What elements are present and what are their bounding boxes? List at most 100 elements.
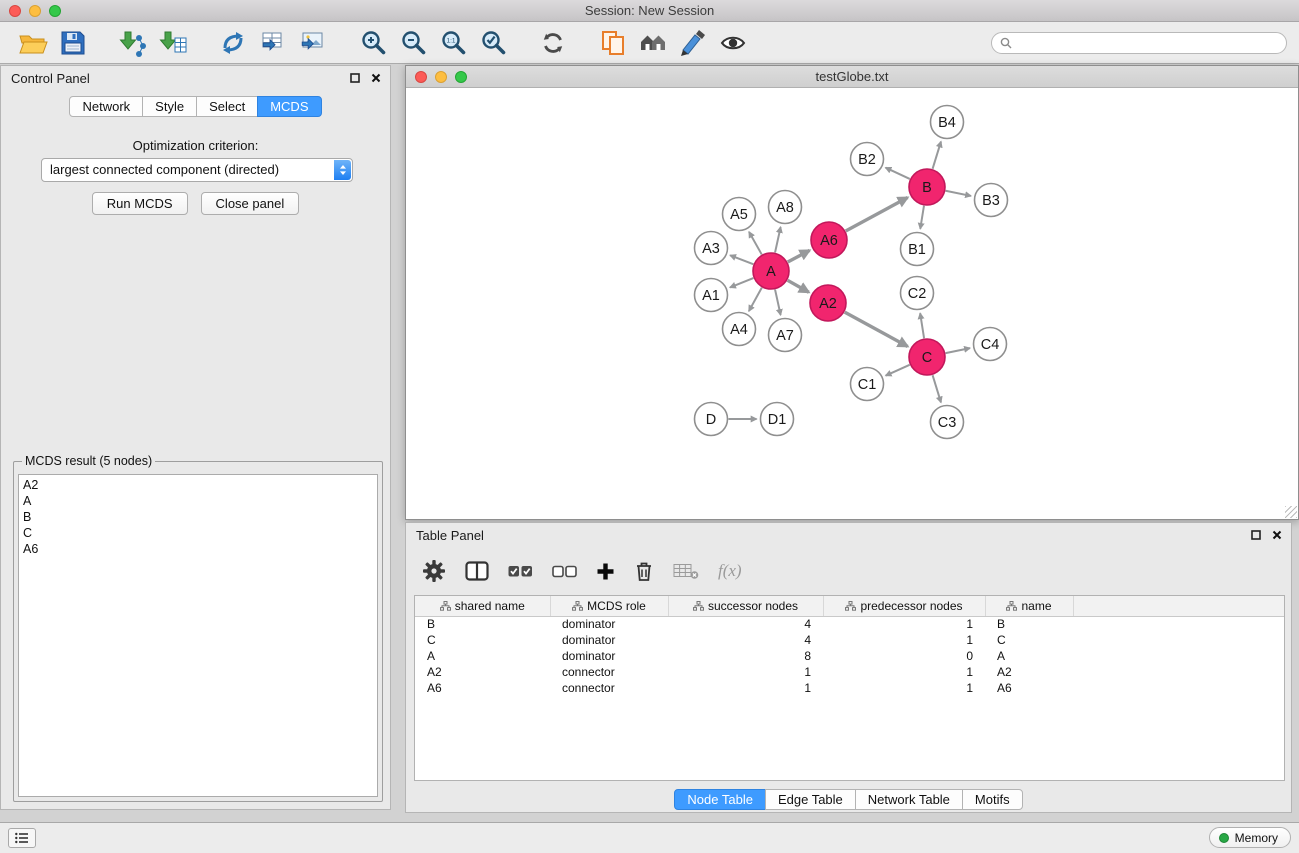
import-table-icon[interactable] <box>156 26 190 60</box>
graph-node-B3[interactable]: B3 <box>975 184 1008 217</box>
show-columns-icon[interactable] <box>465 557 489 585</box>
zoom-out-icon[interactable] <box>396 26 430 60</box>
zoom-selected-icon[interactable] <box>476 26 510 60</box>
style-painter-icon[interactable] <box>676 26 710 60</box>
export-image-icon[interactable] <box>296 26 330 60</box>
graph-node-B[interactable]: B <box>909 169 945 205</box>
cell-shared-name[interactable]: A2 <box>415 664 550 680</box>
float-panel-icon[interactable] <box>349 72 361 84</box>
tab-select[interactable]: Select <box>196 96 258 117</box>
cell-predecessor-nodes[interactable]: 1 <box>823 664 985 680</box>
save-session-icon[interactable] <box>56 26 90 60</box>
cell-shared-name[interactable]: A6 <box>415 680 550 696</box>
column-header-predecessor-nodes[interactable]: predecessor nodes <box>823 596 985 616</box>
graph-node-B4[interactable]: B4 <box>931 106 964 139</box>
graph-node-C1[interactable]: C1 <box>851 368 884 401</box>
cell-successor-nodes[interactable]: 8 <box>668 648 823 664</box>
graph-node-A1[interactable]: A1 <box>695 279 728 312</box>
cell-MCDS-role[interactable]: dominator <box>550 616 668 632</box>
deselect-all-icon[interactable] <box>552 557 577 585</box>
column-header-shared-name[interactable]: shared name <box>415 596 550 616</box>
graph-edge-A-A3[interactable] <box>730 255 753 264</box>
graph-edge-B-B3[interactable] <box>946 191 971 196</box>
tab-network[interactable]: Network <box>69 96 143 117</box>
graph-edge-B-B4[interactable] <box>933 142 941 169</box>
result-item[interactable]: A <box>23 493 373 509</box>
cell-MCDS-role[interactable]: connector <box>550 680 668 696</box>
memory-button[interactable]: Memory <box>1209 827 1291 848</box>
cell-successor-nodes[interactable]: 1 <box>668 680 823 696</box>
graph-edge-B-B2[interactable] <box>886 168 910 179</box>
cell-MCDS-role[interactable]: dominator <box>550 632 668 648</box>
delete-column-icon[interactable] <box>634 557 654 585</box>
graph-edge-C-C1[interactable] <box>886 365 910 376</box>
table-tab-edge-table[interactable]: Edge Table <box>765 789 856 810</box>
zoom-in-icon[interactable] <box>356 26 390 60</box>
graph-node-C4[interactable]: C4 <box>974 328 1007 361</box>
table-tab-motifs[interactable]: Motifs <box>962 789 1023 810</box>
graph-node-A8[interactable]: A8 <box>769 191 802 224</box>
cell-shared-name[interactable]: B <box>415 616 550 632</box>
table-row[interactable]: Cdominator41C <box>415 632 1285 648</box>
cell-predecessor-nodes[interactable]: 1 <box>823 632 985 648</box>
network-window-titlebar[interactable]: testGlobe.txt <box>406 66 1298 88</box>
graph-node-A[interactable]: A <box>753 253 789 289</box>
graph-node-A3[interactable]: A3 <box>695 232 728 265</box>
graph-edge-A2-C[interactable] <box>845 312 908 346</box>
graph-edge-A-A1[interactable] <box>730 278 753 287</box>
network-canvas[interactable]: B4B2BB3A8A5A6A3B1AC2A1A2A4A7C4CC1DD1C3 <box>406 88 1298 519</box>
panel-list-button[interactable] <box>8 828 36 848</box>
refresh-layout-icon[interactable] <box>536 26 570 60</box>
cell-shared-name[interactable]: C <box>415 632 550 648</box>
graph-node-A6[interactable]: A6 <box>811 222 847 258</box>
graph-node-B1[interactable]: B1 <box>901 233 934 266</box>
destroy-table-icon[interactable] <box>673 557 699 585</box>
export-network-icon[interactable] <box>216 26 250 60</box>
float-table-panel-icon[interactable] <box>1250 529 1262 541</box>
graph-edge-C-C3[interactable] <box>933 375 941 402</box>
cell-successor-nodes[interactable]: 4 <box>668 616 823 632</box>
zoom-reset-icon[interactable]: 1:1 <box>436 26 470 60</box>
result-item[interactable]: A6 <box>23 541 373 557</box>
close-table-panel-icon[interactable] <box>1271 529 1283 541</box>
result-item[interactable]: B <box>23 509 373 525</box>
home-overview-icon[interactable] <box>636 26 670 60</box>
table-tab-node-table[interactable]: Node Table <box>674 789 766 810</box>
graph-node-A4[interactable]: A4 <box>723 313 756 346</box>
resize-grip[interactable] <box>1285 506 1297 518</box>
function-builder-icon[interactable]: f(x) <box>718 557 742 585</box>
table-row[interactable]: Bdominator41B <box>415 616 1285 632</box>
cell-name[interactable]: A6 <box>985 680 1073 696</box>
open-session-icon[interactable] <box>16 26 50 60</box>
column-header-MCDS-role[interactable]: MCDS role <box>550 596 668 616</box>
graph-edge-A-A2[interactable] <box>788 280 809 292</box>
result-item[interactable]: A2 <box>23 477 373 493</box>
result-item[interactable]: C <box>23 525 373 541</box>
cell-name[interactable]: A2 <box>985 664 1073 680</box>
close-panel-button[interactable]: Close panel <box>201 192 300 215</box>
graph-node-A7[interactable]: A7 <box>769 319 802 352</box>
graph-edge-A-A4[interactable] <box>749 288 762 311</box>
cell-predecessor-nodes[interactable]: 1 <box>823 680 985 696</box>
copy-style-icon[interactable] <box>596 26 630 60</box>
graph-edge-A-A8[interactable] <box>775 227 781 252</box>
graph-edge-A6-B[interactable] <box>846 197 908 230</box>
table-row[interactable]: Adominator80A <box>415 648 1285 664</box>
graph-edge-C-C4[interactable] <box>946 348 970 353</box>
graph-node-C[interactable]: C <box>909 339 945 375</box>
cell-name[interactable]: C <box>985 632 1073 648</box>
cell-successor-nodes[interactable]: 4 <box>668 632 823 648</box>
run-mcds-button[interactable]: Run MCDS <box>92 192 188 215</box>
select-all-icon[interactable] <box>508 557 533 585</box>
cell-predecessor-nodes[interactable]: 1 <box>823 616 985 632</box>
graph-node-A5[interactable]: A5 <box>723 198 756 231</box>
table-row[interactable]: A6connector11A6 <box>415 680 1285 696</box>
graph-node-A2[interactable]: A2 <box>810 285 846 321</box>
graph-edge-A-A5[interactable] <box>749 232 762 255</box>
graph-edge-B-B1[interactable] <box>920 206 924 229</box>
graph-node-B2[interactable]: B2 <box>851 143 884 176</box>
close-panel-icon[interactable] <box>370 72 382 84</box>
tab-mcds[interactable]: MCDS <box>257 96 321 117</box>
cell-name[interactable]: B <box>985 616 1073 632</box>
graph-node-C2[interactable]: C2 <box>901 277 934 310</box>
